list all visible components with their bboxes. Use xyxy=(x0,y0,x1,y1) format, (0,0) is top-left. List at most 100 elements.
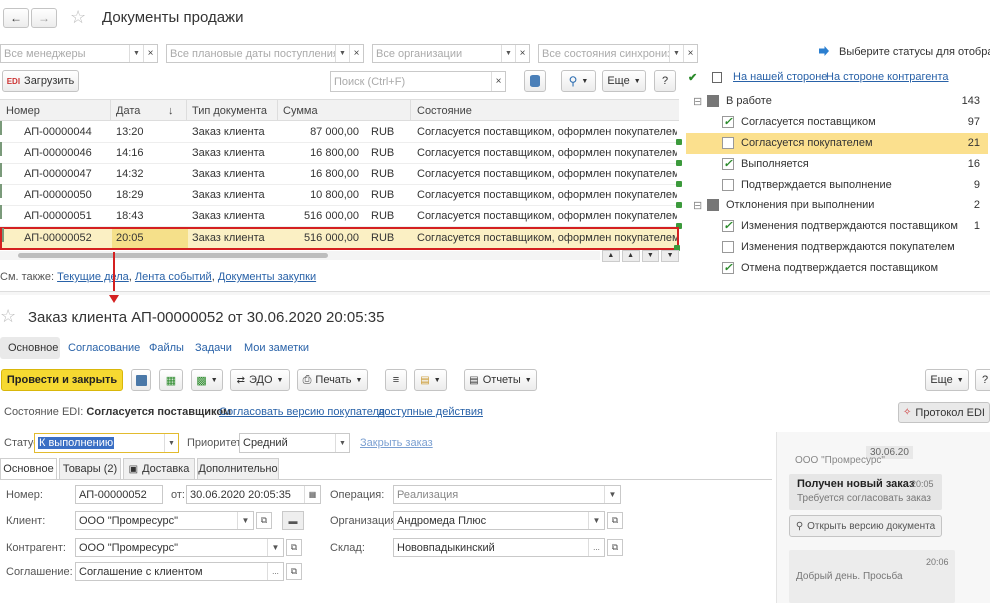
link-approve-buyer-version[interactable]: Согласовать версию покупателя xyxy=(219,406,385,418)
chevron-down-icon[interactable]: ▼ xyxy=(164,434,178,452)
nav-tasks[interactable]: Задачи xyxy=(195,342,232,354)
org-field[interactable]: Андромеда Плюс ▼ xyxy=(393,511,605,530)
first-icon[interactable]: ▲ xyxy=(602,250,620,262)
checkbox-checked[interactable]: ✓ xyxy=(722,262,734,274)
attach-button[interactable]: ▤ ▼ xyxy=(414,369,447,391)
status-item[interactable]: ✓ Изменения подтверждаются поставщиком 1 xyxy=(686,216,988,237)
clear-icon[interactable]: × xyxy=(143,45,157,62)
favorite-star-icon[interactable]: ☆ xyxy=(0,306,16,327)
help-button[interactable]: ? xyxy=(654,70,676,92)
collapse-icon[interactable]: ⊟ xyxy=(693,199,702,212)
checkbox-checked[interactable]: ✓ xyxy=(722,116,734,128)
col-state[interactable]: Состояние xyxy=(417,105,472,117)
chevron-down-icon[interactable]: ▼ xyxy=(237,512,253,529)
client-field[interactable]: ООО "Промресурс" ▼ xyxy=(75,511,254,530)
copy-icon[interactable] xyxy=(712,72,722,83)
table-row[interactable]: АП-00000050 18:29 Заказ клиента 10 800,00 R… xyxy=(0,184,679,206)
collapse-icon[interactable]: ⊟ xyxy=(693,95,702,108)
dates-filter[interactable]: Все плановые даты поступления ▼ × xyxy=(166,44,364,63)
open-icon[interactable]: ⧉ xyxy=(286,539,302,556)
link-their-side[interactable]: На стороне контрагента xyxy=(826,71,949,83)
table-row-selected[interactable]: АП-00000052 20:05 Заказ клиента 516 000,00… xyxy=(0,227,679,250)
tab-additional[interactable]: Дополнительно xyxy=(197,458,279,480)
warehouse-field[interactable]: Нововпадыкинский... xyxy=(393,538,605,557)
print-button[interactable]: ⎙ Печать ▼ xyxy=(297,369,368,391)
status-item[interactable]: Изменения подтверждаются покупателем xyxy=(686,237,988,258)
status-item[interactable]: ✓ Отмена подтверждается поставщиком xyxy=(686,258,988,279)
open-document-version-button[interactable]: ⚲ Открыть версию документа xyxy=(789,515,942,537)
status-item[interactable]: ✓ Выполняется 16 xyxy=(686,154,988,175)
list-button[interactable]: ≡ xyxy=(385,369,407,391)
more-button[interactable]: Еще ▼ xyxy=(602,70,646,92)
checkbox-unchecked[interactable] xyxy=(722,137,734,149)
open-icon[interactable]: ⧉ xyxy=(607,512,623,529)
link-event-feed[interactable]: Лента событий xyxy=(135,271,212,283)
link-current-tasks[interactable]: Текущие дела xyxy=(57,271,129,283)
select-statuses-label[interactable]: Выберите статусы для отобра... xyxy=(839,46,990,58)
status-group-in-work[interactable]: ⊟ В работе 143 xyxy=(686,91,988,112)
down-icon[interactable]: ▼ xyxy=(641,250,660,262)
horizontal-scrollbar[interactable] xyxy=(0,251,600,260)
scroll-thumb[interactable] xyxy=(18,253,328,258)
clear-icon[interactable]: × xyxy=(683,45,697,62)
tab-goods[interactable]: Товары (2) xyxy=(59,458,121,480)
checkbox-checked[interactable]: ✓ xyxy=(722,158,734,170)
col-date[interactable]: Дата xyxy=(116,105,140,117)
forward-button[interactable]: → xyxy=(31,8,57,28)
load-button[interactable]: EDI Загрузить xyxy=(2,70,79,92)
search-input[interactable]: Поиск (Ctrl+F) × xyxy=(330,71,506,92)
operation-field[interactable]: Реализация ▼ xyxy=(393,485,621,504)
chevron-down-icon[interactable]: ▼ xyxy=(267,539,283,556)
nav-approval[interactable]: Согласование xyxy=(68,342,140,354)
checkbox-partial[interactable] xyxy=(707,95,719,107)
nav-files[interactable]: Файлы xyxy=(149,342,184,354)
create-based-button[interactable]: ▩ ▼ xyxy=(191,369,223,391)
tab-delivery[interactable]: ▣ Доставка xyxy=(123,458,195,480)
back-button[interactable]: ← xyxy=(3,8,29,28)
organizations-filter[interactable]: Все организации ▼ × xyxy=(372,44,530,63)
status-item[interactable]: Подтверждается выполнение 9 xyxy=(686,175,988,196)
favorite-star-icon[interactable]: ☆ xyxy=(70,7,86,28)
number-field[interactable]: АП-00000052 xyxy=(75,485,163,504)
col-type[interactable]: Тип документа xyxy=(192,105,267,117)
link-our-side[interactable]: На нашей стороне xyxy=(733,71,827,83)
reports-button[interactable]: ▤ Отчеты ▼ xyxy=(464,369,537,391)
table-row[interactable]: АП-00000044 13:20 Заказ клиента 87 000,00 R… xyxy=(0,121,679,143)
checkbox-unchecked[interactable] xyxy=(722,241,734,253)
col-sum[interactable]: Сумма xyxy=(283,105,318,117)
tab-main[interactable]: Основное xyxy=(0,458,57,480)
table-row[interactable]: АП-00000051 18:43 Заказ клиента 516 000,00… xyxy=(0,205,679,227)
chevron-down-icon[interactable]: ▼ xyxy=(501,45,515,62)
database-button[interactable] xyxy=(524,70,546,92)
clear-icon[interactable]: × xyxy=(349,45,363,62)
chevron-down-icon[interactable]: ▼ xyxy=(669,45,683,62)
last-icon[interactable]: ▼ xyxy=(661,250,679,262)
card-icon[interactable]: ▬ xyxy=(282,511,304,530)
nav-main[interactable]: Основное xyxy=(0,337,60,359)
contractor-field[interactable]: ООО "Промресурс" ▼ xyxy=(75,538,284,557)
post-and-close-button[interactable]: Провести и закрыть xyxy=(1,369,123,391)
calendar-icon[interactable]: ▦ xyxy=(304,486,320,503)
doc-more-button[interactable]: Еще ▼ xyxy=(925,369,969,391)
chevron-down-icon[interactable]: ▼ xyxy=(335,434,349,452)
sync-state-filter[interactable]: Все состояния синхрониз... ▼ × xyxy=(538,44,698,63)
link-close-order[interactable]: Закрыть заказ xyxy=(360,437,433,449)
status-select[interactable]: К выполнению ▼ xyxy=(34,433,179,453)
col-number[interactable]: Номер xyxy=(6,105,40,117)
choose-icon[interactable]: ... xyxy=(588,539,604,556)
checkbox-unchecked[interactable] xyxy=(722,179,734,191)
chevron-down-icon[interactable]: ▼ xyxy=(588,512,604,529)
splitter[interactable] xyxy=(0,291,990,295)
open-icon[interactable]: ⧉ xyxy=(607,539,623,556)
link-purchase-docs[interactable]: Документы закупки xyxy=(218,271,316,283)
up-icon[interactable]: ▲ xyxy=(621,250,640,262)
edi-protocol-button[interactable]: ✧ Протокол EDI xyxy=(898,402,990,423)
chevron-down-icon[interactable]: ▼ xyxy=(604,486,620,503)
managers-filter[interactable]: Все менеджеры ▼ × xyxy=(0,44,158,63)
post-button[interactable]: ▦ xyxy=(159,369,183,391)
clear-search-icon[interactable]: × xyxy=(491,72,505,91)
save-button[interactable] xyxy=(131,369,151,391)
priority-select[interactable]: Средний ▼ xyxy=(239,433,350,453)
status-group-deviations[interactable]: ⊟ Отклонения при выполнении 2 xyxy=(686,195,988,216)
check-all-icon[interactable]: ✔ xyxy=(688,71,697,84)
